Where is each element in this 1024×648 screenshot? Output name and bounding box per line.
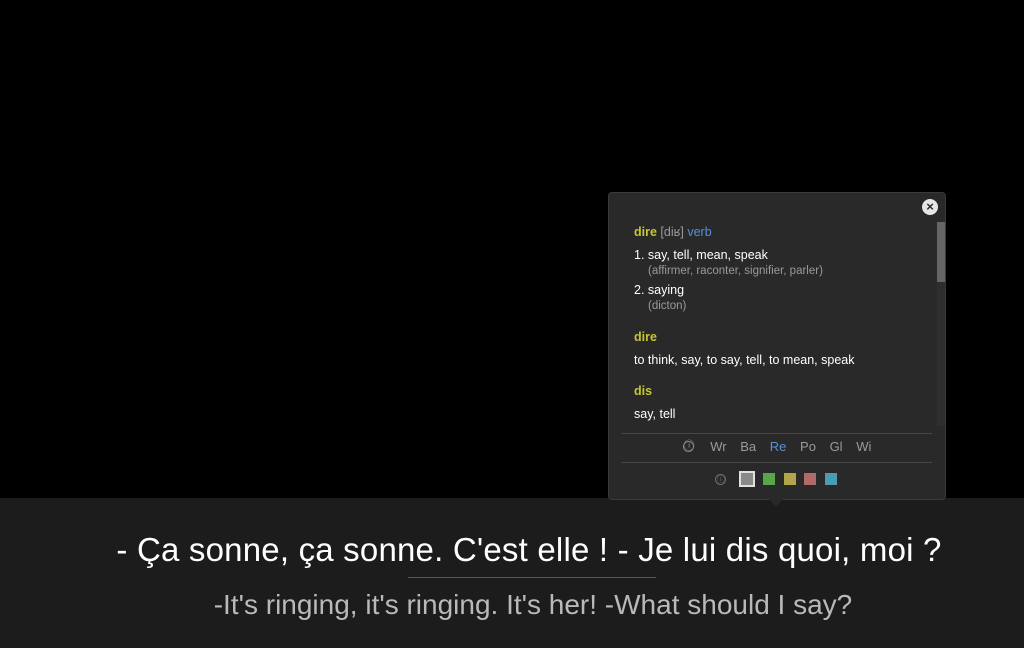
scrollbar[interactable] [937, 222, 945, 426]
entry-word: dis [634, 384, 653, 398]
subtitle-divider [408, 577, 656, 578]
dictionary-entry: dire to think, say, to say, tell, to mea… [634, 329, 934, 368]
source-tab-wi[interactable]: Wi [856, 439, 871, 454]
sense-text: 2. saying [634, 283, 685, 297]
video-player[interactable]: - Ça sonne, ça sonne. C'est elle ! - Je … [0, 0, 1024, 648]
source-tab-po[interactable]: Po [800, 439, 816, 454]
dictionary-entry: dis say, tell [634, 383, 934, 422]
subtitle-translation: -It's ringing, it's ringing. It's her! -… [213, 589, 853, 620]
entry-word: dire [634, 330, 657, 344]
color-swatch-gray[interactable] [738, 471, 755, 487]
color-swatch-yellow[interactable] [783, 473, 796, 485]
dictionary-popup: × dire [diʁ] verb 1. say, tell, mean, sp… [608, 192, 946, 500]
sense-gloss: (affirmer, raconter, signifier, parler) [648, 265, 823, 277]
color-swatch-blue[interactable] [824, 473, 837, 485]
dictionary-source-tabs: ⓘ Wr Ba Re Po Gl Wi [609, 439, 945, 457]
entry-part-of-speech: verb [687, 225, 712, 239]
sense-text: 1. say, tell, mean, speak [634, 248, 768, 262]
entry-word: dire [634, 225, 657, 239]
sense-gloss: (dicton) [648, 300, 687, 312]
entry-definition: say, tell [634, 407, 676, 421]
divider [622, 433, 932, 434]
popup-pointer [768, 498, 784, 507]
close-icon[interactable]: × [922, 199, 938, 215]
color-swatch-red[interactable] [804, 473, 817, 485]
source-tab-wr[interactable]: Wr [710, 439, 726, 454]
info-icon[interactable]: ⓘ [715, 474, 727, 485]
source-tab-ba[interactable]: Ba [740, 439, 756, 454]
info-icon[interactable]: ⓘ [682, 441, 695, 452]
color-swatch-green[interactable] [763, 473, 776, 485]
divider [622, 462, 932, 463]
subtitle-original[interactable]: - Ça sonne, ça sonne. C'est elle ! - Je … [0, 527, 1024, 573]
scrollbar-thumb[interactable] [937, 222, 945, 282]
entry-definition: to think, say, to say, tell, to mean, sp… [634, 353, 855, 367]
dictionary-entry: dire [diʁ] verb 1. say, tell, mean, spea… [634, 224, 934, 314]
source-tab-re[interactable]: Re [770, 439, 787, 454]
highlight-color-picker: ⓘ [609, 471, 945, 487]
subtitle-bar [0, 498, 1024, 648]
dictionary-content[interactable]: dire [diʁ] verb 1. say, tell, mean, spea… [634, 223, 934, 429]
entry-pronunciation: [diʁ] [660, 225, 684, 239]
source-tab-gl[interactable]: Gl [830, 439, 843, 454]
